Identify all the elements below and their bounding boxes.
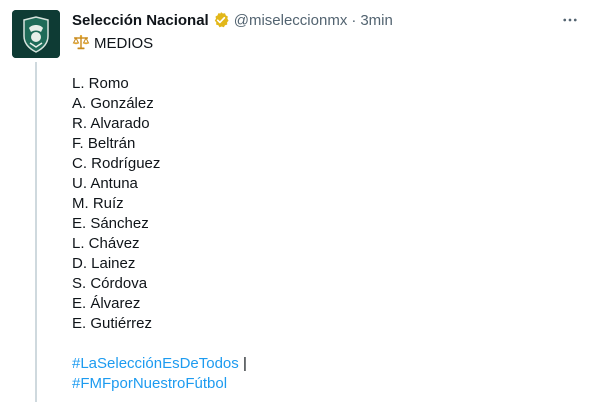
hashtag-link-laseleccionesdetodos[interactable]: #LaSelecciónEsDeTodos	[72, 355, 239, 372]
list-item: R. Alvarado	[72, 115, 150, 132]
tweet-text: MEDIOS L. Romo A. González R. Alvarado F…	[72, 34, 572, 394]
hashtag-line-1: #LaSelecciónEsDeTodos |	[72, 354, 572, 374]
list-item: S. Córdova	[72, 275, 148, 292]
list-item: L. Romo	[72, 75, 129, 92]
list-item: L. Chávez	[72, 235, 140, 252]
heading-line: MEDIOS	[72, 34, 572, 54]
tweet-header: Selección Nacional @miseleccionmx · 3min	[72, 10, 393, 30]
hashtags: #LaSelecciónEsDeTodos | #FMFporNuestroFú…	[72, 354, 572, 394]
fmf-crest-icon	[12, 10, 60, 58]
timestamp[interactable]: 3min	[360, 12, 393, 29]
balance-scale-icon	[72, 34, 90, 50]
list-item: E. Álvarez	[72, 295, 141, 312]
hashtag-link-fmfpornuestrofutbol[interactable]: #FMFporNuestroFútbol	[72, 375, 227, 392]
separator-dot: ·	[351, 11, 357, 29]
avatar[interactable]	[12, 10, 60, 58]
display-name[interactable]: Selección Nacional	[72, 12, 209, 29]
list-item: F. Beltrán	[72, 135, 136, 152]
list-item: E. Sánchez	[72, 215, 149, 232]
more-options-button[interactable]	[558, 8, 582, 32]
heading-text: MEDIOS	[94, 35, 154, 52]
list-item: C. Rodríguez	[72, 155, 161, 172]
list-item: M. Ruíz	[72, 195, 124, 212]
hashtag-line-2: #FMFporNuestroFútbol	[72, 374, 572, 394]
more-horizontal-icon	[563, 18, 577, 22]
handle[interactable]: @miseleccionmx	[234, 12, 348, 29]
thread-line	[35, 62, 37, 402]
verified-badge-icon	[212, 11, 230, 29]
list-item: D. Lainez	[72, 255, 136, 272]
list-item: U. Antuna	[72, 175, 138, 192]
list-item: A. González	[72, 95, 154, 112]
players-list: L. Romo A. González R. Alvarado F. Beltr…	[72, 74, 572, 334]
pipe-separator: |	[242, 355, 247, 372]
list-item: E. Gutiérrez	[72, 315, 153, 332]
